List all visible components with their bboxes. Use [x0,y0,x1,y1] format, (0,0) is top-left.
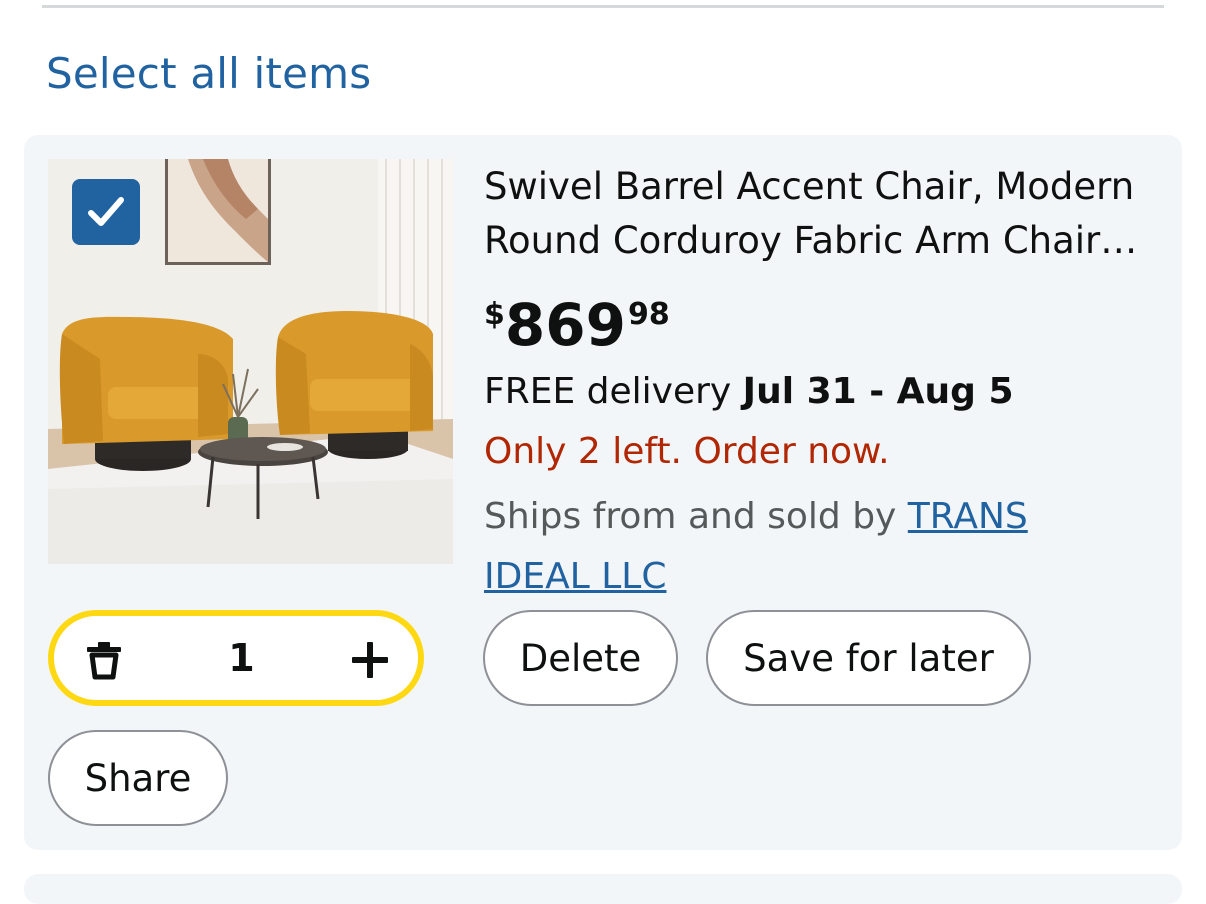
share-button[interactable]: Share [48,730,228,826]
item-select-checkbox[interactable] [72,179,140,245]
price-whole: 869 [504,291,626,359]
save-for-later-button[interactable]: Save for later [706,610,1031,706]
delete-button[interactable]: Delete [483,610,678,706]
select-all-link[interactable]: Select all items [46,46,371,102]
product-title-line-2: Round Corduroy Fabric Arm Chair… [484,219,1138,262]
price-symbol: $ [484,297,505,332]
trash-icon[interactable] [84,640,124,684]
delivery-info: FREE delivery Jul 31 - Aug 5 [484,367,1014,417]
next-cart-item-card [24,874,1182,904]
product-price: $ 869 98 [484,290,670,360]
ships-from-info: Ships from and sold by TRANS IDEAL LLC [484,487,1144,607]
delivery-dates: Jul 31 - Aug 5 [742,371,1014,412]
top-divider [42,5,1164,8]
product-title-line-1: Swivel Barrel Accent Chair, Modern [484,165,1135,208]
price-fraction: 98 [627,297,670,332]
stock-warning: Only 2 left. Order now. [484,431,890,472]
quantity-value: 1 [228,636,255,680]
quantity-stepper: 1 [48,610,424,706]
ships-prefix: Ships from and sold by [484,496,908,537]
plus-icon[interactable] [350,640,390,684]
product-title-link[interactable]: Swivel Barrel Accent Chair, Modern Round… [484,160,1164,268]
delivery-prefix: FREE delivery [484,371,743,412]
checkmark-icon [88,197,124,226]
